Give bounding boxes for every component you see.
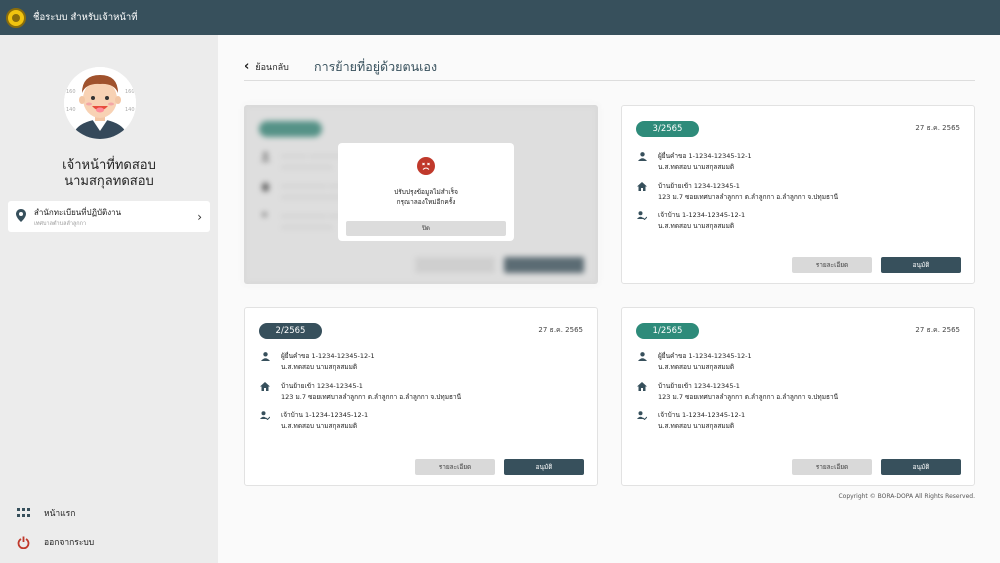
svg-text:160: 160 xyxy=(125,89,135,95)
owner-info: เจ้าบ้าน 1-1234-12345-12-1 น.ส.ทดสอบ นามส… xyxy=(259,410,368,432)
office-title: สำนักทะเบียนที่ปฏิบัติงาน xyxy=(34,207,122,217)
request-number-badge: 1/2565 xyxy=(636,323,699,339)
person-check-icon xyxy=(636,210,648,232)
grid-icon xyxy=(16,508,30,518)
house-info: บ้านย้ายเข้า 1234-12345-1 123 ม.7 ซอยเทศบ… xyxy=(636,181,838,203)
house-info: บ้านย้ายเข้า 1234-12345-1 123 ม.7 ซอยเทศบ… xyxy=(636,381,838,403)
sad-face-icon xyxy=(417,157,435,175)
error-modal: ปรับปรุงข้อมูลไม่สำเร็จ กรุณาลองใหม่อีกค… xyxy=(338,143,514,241)
applicant-info: ผู้ยื่นคำขอ 1-1234-12345-12-1 น.ส.ทดสอบ น… xyxy=(636,351,752,373)
main-content: ‹ ย้อนกลับ การย้ายที่อยู่ด้วยตนเอง ———— … xyxy=(218,35,1000,563)
request-date: 27 ธ.ค. 2565 xyxy=(915,124,960,132)
request-number-badge: 2/2565 xyxy=(259,323,322,339)
applicant-info: ผู้ยื่นคำขอ 1-1234-12345-12-1 น.ส.ทดสอบ น… xyxy=(636,151,752,173)
applicant-info: ผู้ยื่นคำขอ 1-1234-12345-12-1 น.ส.ทดสอบ น… xyxy=(259,351,375,373)
svg-text:160: 160 xyxy=(66,89,76,95)
house-icon xyxy=(636,381,648,403)
user-last-name: นามสกุลทดสอบ xyxy=(64,174,154,189)
page-title: การย้ายที่อยู่ด้วยตนเอง xyxy=(314,59,438,74)
nav-logout-label: ออกจากระบบ xyxy=(44,538,95,548)
detail-button[interactable]: รายละเอียด xyxy=(415,459,495,475)
office-selector[interactable]: สำนักทะเบียนที่ปฏิบัติงาน เทศบาลตำบลลำลู… xyxy=(8,201,210,232)
request-card: 2/2565 27 ธ.ค. 2565 ผู้ยื่นคำขอ 1-1234-1… xyxy=(244,307,598,486)
house-info: บ้านย้ายเข้า 1234-12345-1 123 ม.7 ซอยเทศบ… xyxy=(259,381,461,403)
copyright: Copyright © BORA-DOPA All Rights Reserve… xyxy=(838,493,975,500)
nav-home-label: หน้าแรก xyxy=(44,509,76,519)
person-check-icon xyxy=(636,410,648,432)
owner-info: เจ้าบ้าน 1-1234-12345-12-1 น.ส.ทดสอบ นามส… xyxy=(636,410,745,432)
sidebar: 160 160 140 140 เจ้าหน้าที่ทดสอบ นามสกุล… xyxy=(0,35,218,563)
office-subtitle: เทศบาลตำบลลำลูกกา xyxy=(34,220,87,227)
chevron-left-icon: ‹ xyxy=(244,59,250,74)
request-number-badge: 3/2565 xyxy=(636,121,699,137)
avatar: 160 160 140 140 xyxy=(64,67,136,139)
approve-button[interactable]: อนุมัติ xyxy=(881,459,961,475)
approve-button[interactable]: อนุมัติ xyxy=(881,257,961,273)
house-icon xyxy=(636,181,648,203)
nav-logout[interactable]: ออกจากระบบ xyxy=(16,535,94,549)
request-date: 27 ธ.ค. 2565 xyxy=(538,326,583,334)
modal-message-line1: ปรับปรุงข้อมูลไม่สำเร็จ xyxy=(394,188,458,196)
nav-home[interactable]: หน้าแรก xyxy=(16,506,75,520)
svg-text:140: 140 xyxy=(66,107,76,113)
person-icon xyxy=(636,151,648,173)
detail-button[interactable]: รายละเอียด xyxy=(792,459,872,475)
app-logo xyxy=(6,7,26,28)
top-bar: ชื่อระบบ สำหรับเจ้าหน้าที่ xyxy=(0,0,1000,35)
person-check-icon xyxy=(259,410,271,432)
app-title: ชื่อระบบ สำหรับเจ้าหน้าที่ xyxy=(33,12,138,23)
request-date: 27 ธ.ค. 2565 xyxy=(915,326,960,334)
approve-button[interactable]: อนุมัติ xyxy=(504,459,584,475)
back-button[interactable]: ‹ ย้อนกลับ xyxy=(244,59,289,74)
back-label: ย้อนกลับ xyxy=(255,62,289,73)
request-card: 1/2565 27 ธ.ค. 2565 ผู้ยื่นคำขอ 1-1234-1… xyxy=(621,307,975,486)
owner-info: เจ้าบ้าน 1-1234-12345-12-1 น.ส.ทดสอบ นามส… xyxy=(636,210,745,232)
detail-button[interactable]: รายละเอียด xyxy=(792,257,872,273)
chevron-right-icon: › xyxy=(197,209,202,224)
person-icon xyxy=(259,351,271,373)
modal-close-button[interactable]: ปิด xyxy=(346,221,506,236)
power-icon xyxy=(16,536,30,549)
request-card: 3/2565 27 ธ.ค. 2565 ผู้ยื่นคำขอ 1-1234-1… xyxy=(621,105,975,284)
modal-message-line2: กรุณาลองใหม่อีกครั้ง xyxy=(396,198,456,206)
svg-text:140: 140 xyxy=(125,107,135,113)
divider xyxy=(244,80,975,81)
house-icon xyxy=(259,381,271,403)
person-icon xyxy=(636,351,648,373)
location-pin-icon xyxy=(16,209,26,224)
